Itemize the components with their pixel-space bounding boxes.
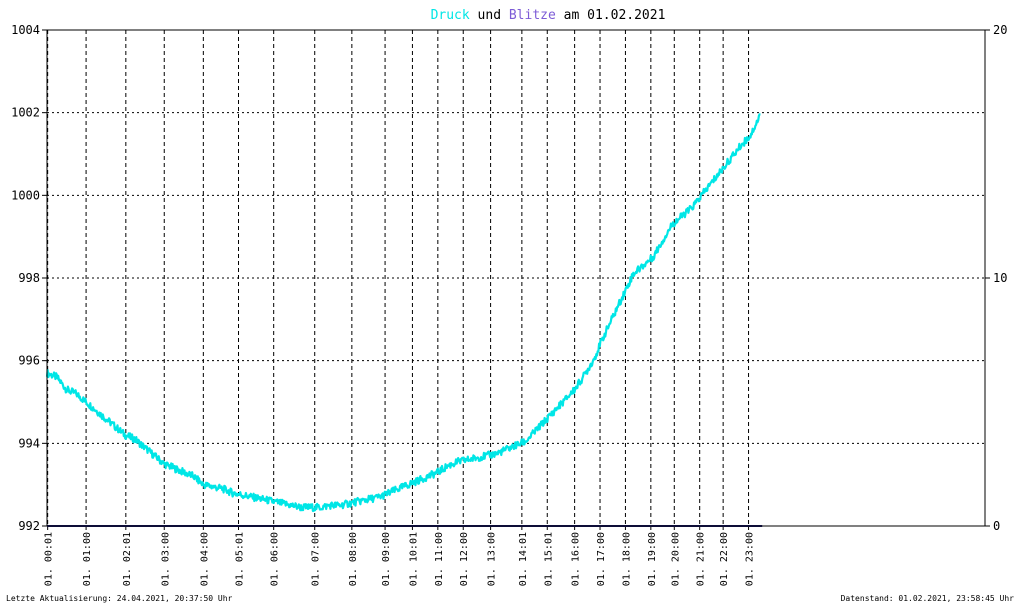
x-tick-label: 01. 12:00 — [459, 532, 470, 586]
x-tick-label: 01. 11:00 — [434, 532, 445, 586]
x-tick-label: 01. 19:00 — [647, 532, 658, 586]
x-tick-label: 01. 06:00 — [270, 532, 281, 586]
y-tick-label-left: 994 — [18, 436, 40, 450]
title-druck: Druck — [431, 8, 470, 23]
y-tick-label-left: 998 — [18, 271, 40, 285]
y-axis-left: 992 994 996 998 1000 1002 1004 — [11, 23, 47, 533]
y-tick-label-left: 1002 — [11, 106, 40, 120]
x-tick-label: 01. 00:01 — [44, 532, 55, 586]
y-tick-label-right: 0 — [993, 519, 1000, 533]
x-tick-label: 01. 10:01 — [408, 532, 419, 586]
grid — [47, 29, 985, 527]
x-tick-label: 01. 13:00 — [487, 532, 498, 586]
y-tick-label-left: 1004 — [11, 23, 40, 37]
x-tick-label: 01. 20:00 — [670, 532, 681, 586]
x-tick-label: 01. 22:00 — [719, 532, 730, 586]
x-tick-label: 01. 02:01 — [122, 532, 133, 586]
x-tick-label: 01. 15:01 — [543, 532, 554, 586]
x-tick-label: 01. 23:00 — [745, 532, 756, 586]
footer-last-update: Letzte Aktualisierung: 24.04.2021, 20:37… — [6, 594, 233, 603]
x-tick-label: 01. 07:00 — [311, 532, 322, 586]
x-tick-label: 01. 05:01 — [235, 532, 246, 586]
footer-data-status: Datenstand: 01.02.2021, 23:58:45 Uhr — [841, 594, 1015, 603]
pressure-lightning-chart: Druck und Blitze am 01.02.2021 992 994 996… — [0, 0, 1020, 606]
y-axis-right: 0 10 20 — [985, 23, 1007, 533]
x-tick-label: 01. 03:00 — [160, 532, 171, 586]
chart-canvas: Druck und Blitze am 01.02.2021 992 994 996… — [6, 8, 1015, 603]
y-tick-label-right: 20 — [993, 23, 1007, 37]
series-line-druck — [45, 113, 761, 512]
y-tick-label-right: 10 — [993, 271, 1007, 285]
x-tick-label: 01. 04:00 — [199, 532, 210, 586]
title-und: und — [470, 8, 509, 23]
title-blitze: Blitze — [509, 8, 556, 23]
x-axis: 01. 00:01 01. 01:00 01. 02:01 01. 03:00 01. … — [44, 526, 756, 586]
x-tick-label: 01. 18:00 — [621, 532, 632, 586]
x-tick-label: 01. 14:01 — [518, 532, 529, 586]
series — [45, 113, 763, 527]
x-tick-label: 01. 21:00 — [696, 532, 707, 586]
y-tick-label-left: 1000 — [11, 188, 40, 202]
x-tick-label: 01. 17:00 — [596, 532, 607, 586]
title-date: am 01.02.2021 — [556, 8, 666, 23]
x-tick-label: 01. 09:00 — [381, 532, 392, 586]
x-tick-label: 01. 01:00 — [82, 532, 93, 586]
y-tick-label-left: 996 — [18, 354, 40, 368]
x-tick-label: 01. 08:00 — [348, 532, 359, 586]
chart-title: Druck und Blitze am 01.02.2021 — [431, 8, 666, 23]
x-tick-label: 01. 16:00 — [571, 532, 582, 586]
y-tick-label-left: 992 — [18, 519, 40, 533]
